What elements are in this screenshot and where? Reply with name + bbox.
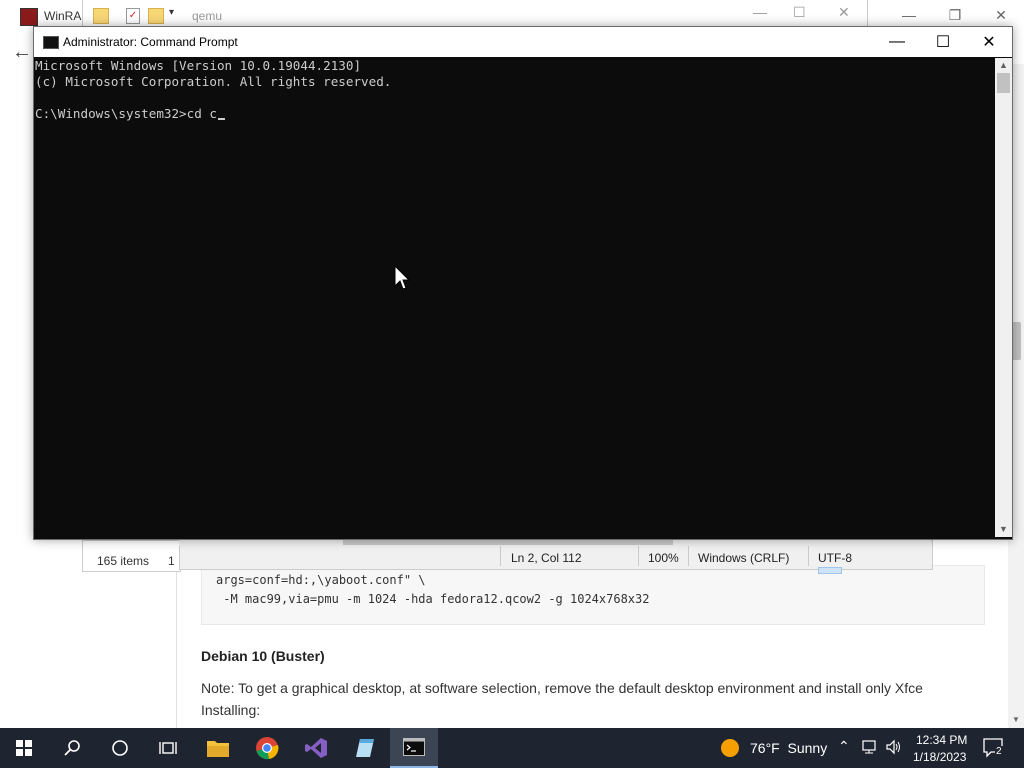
status-divider bbox=[688, 546, 689, 566]
notification-badge: 2 bbox=[995, 746, 1003, 757]
text-cursor bbox=[217, 118, 225, 120]
notification-center-button[interactable]: 2 bbox=[983, 738, 1005, 758]
code-line: -M mac99,via=pmu -m 1024 -hda fedora12.q… bbox=[216, 592, 650, 606]
start-button[interactable] bbox=[0, 728, 48, 768]
status-divider bbox=[500, 546, 501, 566]
section-heading: Debian 10 (Buster) bbox=[201, 648, 325, 664]
weather-widget[interactable]: 76°F Sunny bbox=[750, 740, 827, 756]
prompt-text: C:\Windows\system32>cd c bbox=[35, 106, 217, 121]
note-paragraph: Note: To get a graphical desktop, at sof… bbox=[201, 677, 961, 721]
installing-label: Installing: bbox=[201, 702, 261, 718]
search-icon bbox=[64, 740, 80, 756]
cmd-maximize-button[interactable]: ☐ bbox=[920, 27, 966, 57]
explorer-maximize-button[interactable]: ☐ bbox=[793, 4, 806, 21]
show-hidden-icons-icon[interactable]: ⌃ bbox=[838, 738, 850, 755]
cmd-icon bbox=[43, 36, 59, 49]
cortana-icon bbox=[112, 740, 128, 756]
cmd-titlebar[interactable]: Administrator: Command Prompt — ☐ ✕ bbox=[34, 27, 1012, 57]
status-divider bbox=[808, 546, 809, 566]
scroll-down-icon[interactable]: ▼ bbox=[1008, 712, 1024, 726]
taskbar-command-prompt[interactable] bbox=[390, 728, 438, 768]
scroll-up-icon[interactable]: ▲ bbox=[995, 58, 1012, 72]
weather-condition: Sunny bbox=[787, 740, 828, 756]
weather-temperature: 76°F bbox=[750, 740, 780, 756]
quick-access-dropdown-icon[interactable]: ▾ bbox=[169, 7, 174, 18]
cursor-position: Ln 2, Col 112 bbox=[511, 551, 582, 565]
console-line: Microsoft Windows [Version 10.0.19044.21… bbox=[35, 58, 362, 73]
explorer-minimize-button[interactable]: — bbox=[753, 4, 767, 20]
content-divider bbox=[176, 570, 177, 728]
clock-time[interactable]: 12:34 PM bbox=[916, 733, 967, 747]
mouse-pointer-icon bbox=[394, 265, 410, 290]
cmd-close-button[interactable]: ✕ bbox=[966, 27, 1012, 57]
winrar-icon bbox=[20, 8, 38, 26]
cmd-window[interactable]: Administrator: Command Prompt — ☐ ✕ Micr… bbox=[33, 26, 1013, 540]
cmd-title: Administrator: Command Prompt bbox=[63, 35, 238, 49]
zoom-level: 100% bbox=[648, 551, 679, 565]
notepad-fragment bbox=[818, 567, 842, 574]
cmd-vscrollbar[interactable] bbox=[995, 58, 1012, 537]
cmd-icon bbox=[403, 738, 425, 756]
line-ending: Windows (CRLF) bbox=[698, 551, 790, 565]
folder-icon bbox=[93, 8, 109, 24]
cmd-minimize-button[interactable]: — bbox=[874, 27, 920, 57]
chrome-icon bbox=[256, 737, 279, 760]
folder-icon bbox=[207, 741, 229, 757]
task-view-button[interactable] bbox=[144, 728, 192, 768]
back-arrow-icon[interactable]: ← bbox=[8, 40, 36, 64]
taskbar-notepad[interactable] bbox=[341, 728, 389, 768]
console-output[interactable]: Microsoft Windows [Version 10.0.19044.21… bbox=[35, 58, 995, 536]
visual-studio-icon bbox=[305, 738, 327, 758]
prompt-line[interactable]: C:\Windows\system32>cd c bbox=[35, 106, 225, 122]
selected-count: 1 bbox=[168, 554, 175, 568]
explorer-title: qemu bbox=[192, 9, 223, 23]
new-folder-icon[interactable] bbox=[148, 8, 164, 24]
encoding: UTF-8 bbox=[818, 551, 852, 565]
note-text: Note: To get a graphical desktop, at sof… bbox=[201, 680, 923, 696]
taskbar-file-explorer[interactable] bbox=[194, 728, 242, 768]
item-count: 165 items bbox=[97, 554, 150, 568]
cmd-scroll-thumb[interactable] bbox=[997, 73, 1010, 93]
taskbar-chrome[interactable] bbox=[243, 728, 291, 768]
task-view-icon bbox=[159, 742, 177, 754]
status-divider bbox=[638, 546, 639, 566]
console-line: (c) Microsoft Corporation. All rights re… bbox=[35, 74, 392, 89]
clock-date[interactable]: 1/18/2023 bbox=[913, 750, 966, 764]
network-icon[interactable] bbox=[862, 739, 880, 758]
properties-icon[interactable]: ✓ bbox=[126, 8, 140, 24]
volume-icon[interactable] bbox=[885, 739, 903, 758]
taskbar-visual-studio[interactable] bbox=[292, 728, 340, 768]
scroll-down-icon[interactable]: ▼ bbox=[995, 522, 1012, 536]
notepad-icon bbox=[356, 739, 374, 757]
cortana-button[interactable] bbox=[96, 728, 144, 768]
weather-sun-icon[interactable] bbox=[721, 739, 739, 757]
search-button[interactable] bbox=[48, 728, 96, 768]
code-line: args=conf=hd:,\yaboot.conf" \ bbox=[216, 573, 426, 587]
code-block: args=conf=hd:,\yaboot.conf" \ -M mac99,v… bbox=[201, 565, 985, 625]
explorer-close-button[interactable]: ✕ bbox=[838, 4, 850, 21]
windows-logo-icon bbox=[16, 740, 32, 756]
